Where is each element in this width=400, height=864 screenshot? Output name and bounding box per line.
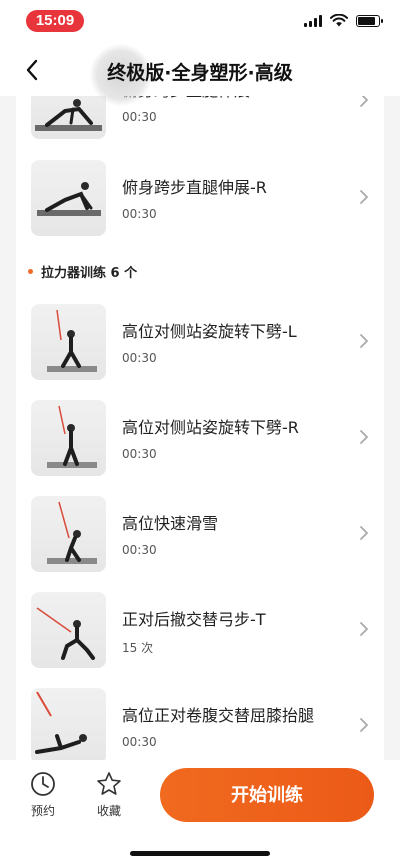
exercise-duration: 00:30	[122, 207, 157, 221]
list-item[interactable]: 俯身跨步直腿伸展-R 00:30	[16, 160, 384, 236]
section-dot	[28, 269, 33, 274]
exercise-thumbnail	[31, 400, 106, 476]
battery-icon	[356, 14, 383, 27]
exercise-duration: 00:30	[122, 110, 157, 124]
signal-icon	[304, 14, 322, 27]
favorite-label: 收藏	[96, 804, 121, 818]
star-icon	[97, 772, 121, 795]
list-item[interactable]: 高位正对卷腹交替屈膝抬腿 00:30	[16, 688, 384, 760]
exercise-thumbnail	[31, 304, 106, 380]
start-training-button[interactable]: 开始训练	[160, 768, 374, 822]
exercise-name: 高位对侧站姿旋转下劈-L	[122, 322, 297, 341]
chevron-right-icon	[360, 190, 368, 204]
list-item[interactable]: 高位快速滑雪 00:30	[16, 496, 384, 572]
exercise-name: 高位正对卷腹交替屈膝抬腿	[122, 706, 315, 725]
exercise-thumbnail	[31, 592, 106, 668]
exercise-name: 正对后撤交替弓步-T	[122, 610, 266, 629]
exercise-duration: 00:30	[122, 447, 157, 461]
favorite-button[interactable]: 收藏	[84, 770, 134, 819]
exercise-thumbnail	[31, 160, 106, 236]
exercise-duration: 00:30	[122, 351, 157, 365]
exercise-reps: 15 次	[122, 641, 154, 655]
chevron-right-icon	[360, 622, 368, 636]
exercise-name: 高位快速滑雪	[122, 514, 219, 533]
nav-header: 终极版·全身塑形·高级	[0, 44, 400, 106]
exercise-name: 高位对侧站姿旋转下劈-R	[122, 418, 299, 437]
list-item[interactable]: 高位对侧站姿旋转下劈-R 00:30	[16, 400, 384, 476]
list-item[interactable]: 俯身跨步直腿伸展-L 00:30	[16, 92, 384, 139]
list-item[interactable]: 高位对侧站姿旋转下劈-L 00:30	[16, 304, 384, 380]
list-item[interactable]: 正对后撤交替弓步-T 15 次	[16, 592, 384, 668]
exercise-thumbnail	[31, 688, 106, 760]
chevron-right-icon	[360, 430, 368, 444]
chevron-right-icon	[360, 526, 368, 540]
reserve-button[interactable]: 预约	[18, 770, 68, 819]
exercise-list: 俯身跨步直腿伸展-L 00:30 俯身跨步直腿伸展-R 00:30 拉力器训练 …	[16, 92, 384, 760]
exercise-thumbnail	[31, 92, 106, 139]
exercise-duration: 00:30	[122, 543, 157, 557]
page-title: 终极版·全身塑形·高级	[107, 62, 293, 84]
exercise-thumbnail	[31, 496, 106, 572]
section-title: 拉力器训练 6 个	[41, 266, 138, 281]
wifi-icon	[330, 14, 348, 27]
status-time: 15:09	[26, 10, 84, 32]
reserve-label: 预约	[30, 804, 55, 818]
clock-icon	[31, 772, 55, 796]
home-indicator	[130, 851, 270, 856]
status-icons	[304, 14, 383, 27]
status-bar: 15:09	[0, 0, 400, 44]
chevron-right-icon	[360, 718, 368, 732]
exercise-name: 俯身跨步直腿伸展-R	[122, 178, 267, 197]
section-header: 拉力器训练 6 个	[28, 262, 137, 281]
exercise-duration: 00:30	[122, 735, 157, 749]
chevron-right-icon	[360, 334, 368, 348]
bottom-action-bar: 预约 收藏 开始训练	[0, 760, 400, 864]
